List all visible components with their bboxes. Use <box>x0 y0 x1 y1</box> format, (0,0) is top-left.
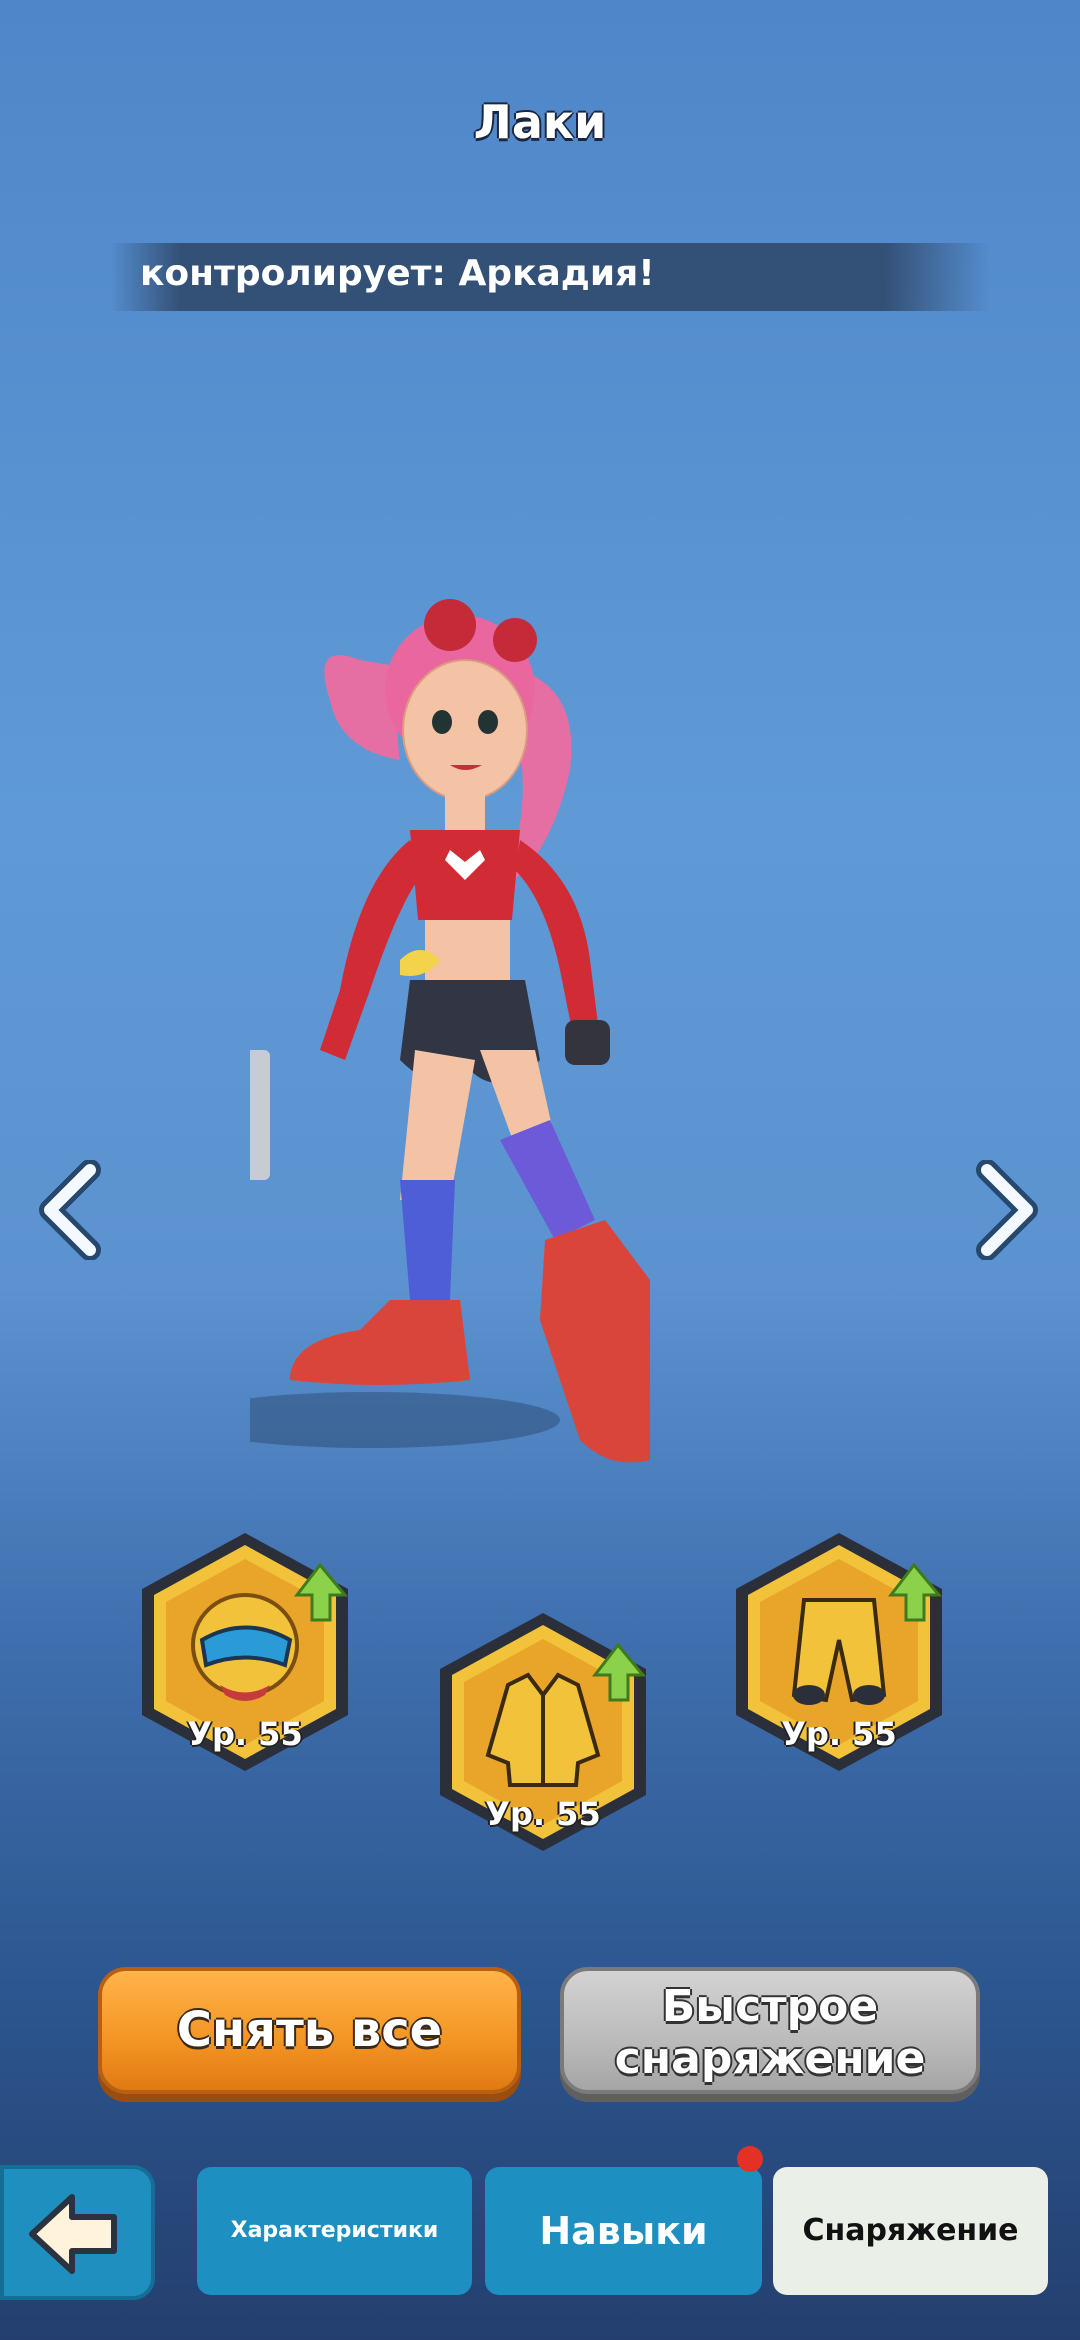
quick-equip-label-line1: Быстрое <box>661 1981 879 2032</box>
chevron-left-icon <box>39 1159 101 1261</box>
tab-skills[interactable]: Навыки <box>485 2167 762 2295</box>
gear-level-label: Ур. 55 <box>485 1795 601 1833</box>
gear-level-label: Ур. 55 <box>781 1715 897 1753</box>
gear-slot-jacket[interactable]: Ур. 55 <box>428 1605 658 1865</box>
tab-characteristics[interactable]: Характеристики <box>197 2167 472 2295</box>
banner-text: контролирует: Аркадия! <box>140 253 655 294</box>
info-banner: контролирует: Аркадия! <box>110 243 990 311</box>
skills-notification-badge <box>737 2146 763 2172</box>
hero-name: Лаки <box>473 95 607 149</box>
next-hero-button[interactable] <box>972 1159 1042 1261</box>
tab-equipment[interactable]: Снаряжение <box>773 2167 1048 2295</box>
quick-equip-label-line2: снаряжение <box>614 2033 926 2084</box>
remove-all-button[interactable]: Снять все <box>98 1967 521 2094</box>
hero-character-model[interactable] <box>250 580 710 1480</box>
quick-equip-button[interactable]: Быстрое снаряжение <box>560 1967 980 2094</box>
bottom-tab-bar: Характеристики Навыки Снаряжение <box>0 2150 1080 2340</box>
gear-slot-helmet[interactable]: Ур. 55 <box>130 1525 360 1785</box>
back-arrow-icon <box>29 2194 117 2274</box>
chevron-right-icon <box>976 1159 1038 1261</box>
gear-slot-pants[interactable]: Ур. 55 <box>724 1525 954 1785</box>
prev-hero-button[interactable] <box>35 1159 105 1261</box>
back-button[interactable] <box>0 2165 155 2300</box>
gear-level-label: Ур. 55 <box>187 1715 303 1753</box>
